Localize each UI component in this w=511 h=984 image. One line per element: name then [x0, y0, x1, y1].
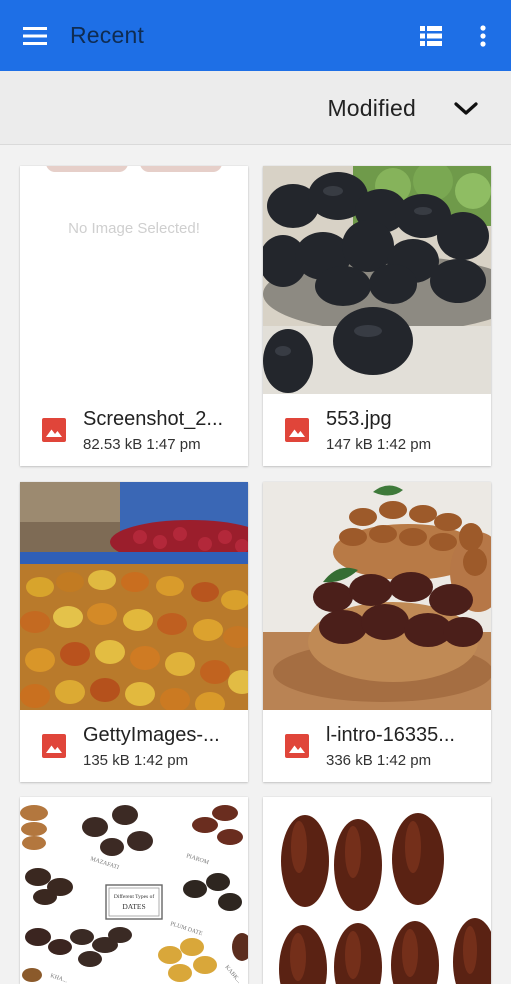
file-time: 1:47 pm: [146, 436, 201, 453]
sort-label[interactable]: Modified: [327, 95, 416, 122]
file-card[interactable]: No Image Selected! Screenshot_2... 82.53…: [20, 166, 248, 466]
file-name: l-intro-16335...: [326, 724, 455, 746]
file-name: Screenshot_2...: [83, 408, 224, 430]
file-info: 553.jpg 147 kB 1:42 pm: [263, 394, 491, 466]
file-card[interactable]: 553.jpg 147 kB 1:42 pm: [263, 166, 491, 466]
sort-bar: Modified: [0, 71, 511, 145]
file-card[interactable]: GettyImages-... 135 kB 1:42 pm: [20, 482, 248, 782]
file-thumbnail: [263, 166, 491, 394]
file-size: 135 kB: [83, 752, 130, 769]
file-info: l-intro-16335... 336 kB 1:42 pm: [263, 710, 491, 782]
image-file-icon: [285, 734, 309, 758]
file-grid: No Image Selected! Screenshot_2... 82.53…: [0, 145, 511, 984]
file-size: 82.53 kB: [83, 436, 143, 453]
no-image-text: No Image Selected!: [68, 220, 200, 237]
file-name: GettyImages-...: [83, 724, 220, 746]
file-size: 147 kB: [326, 436, 373, 453]
file-card[interactable]: l-intro-16335... 336 kB 1:42 pm: [263, 482, 491, 782]
image-file-icon: [42, 418, 66, 442]
app-bar: Recent: [0, 0, 511, 71]
hamburger-menu-icon[interactable]: [16, 18, 54, 54]
chevron-down-icon[interactable]: [446, 91, 486, 127]
list-view-icon[interactable]: [412, 18, 450, 54]
file-meta: 336 kB 1:42 pm: [326, 752, 431, 769]
file-thumbnail: No Image Selected!: [20, 166, 248, 394]
more-vert-icon[interactable]: [468, 18, 498, 54]
file-name: 553.jpg: [326, 408, 392, 430]
file-meta: 135 kB 1:42 pm: [83, 752, 188, 769]
file-time: 1:42 pm: [133, 752, 189, 769]
file-size: 336 kB: [326, 752, 373, 769]
file-info: Screenshot_2... 82.53 kB 1:47 pm: [20, 394, 248, 466]
page-title: Recent: [70, 22, 145, 48]
file-time: 1:42 pm: [376, 436, 432, 453]
image-file-icon: [285, 418, 309, 442]
dates-card-line2: DATES: [122, 902, 145, 911]
file-info: GettyImages-... 135 kB 1:42 pm: [20, 710, 248, 782]
file-thumbnail: [263, 482, 491, 710]
file-meta: 147 kB 1:42 pm: [326, 436, 431, 453]
file-thumbnail: [20, 482, 248, 710]
file-time: 1:42 pm: [376, 752, 432, 769]
file-thumbnail: Different Types of DATES MAZAFATI PIAROM…: [20, 797, 248, 984]
image-file-icon: [42, 734, 66, 758]
file-card[interactable]: Different Types of DATES MAZAFATI PIAROM…: [20, 797, 248, 984]
dates-card-line1: Different Types of: [114, 893, 155, 900]
file-meta: 82.53 kB 1:47 pm: [83, 436, 201, 453]
file-card[interactable]: [263, 797, 491, 984]
file-thumbnail: [263, 797, 491, 984]
